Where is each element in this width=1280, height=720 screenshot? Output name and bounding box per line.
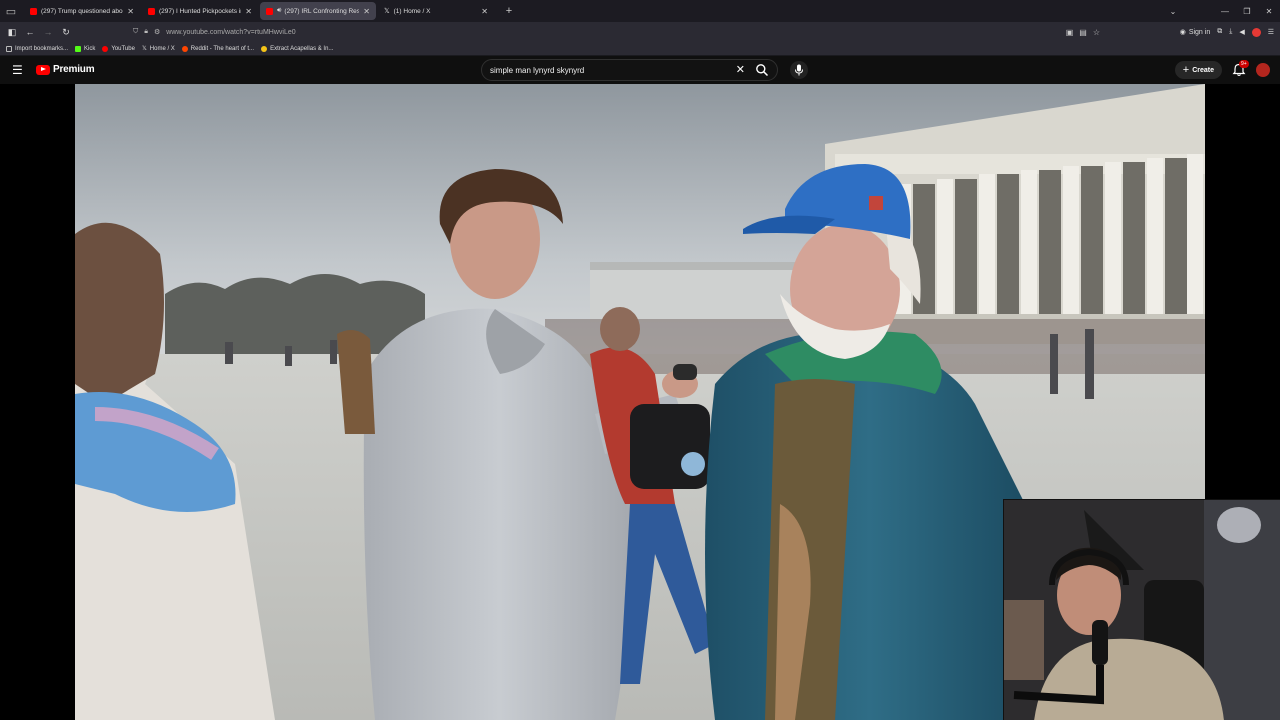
bookmark-label: Import bookmarks... <box>15 45 69 52</box>
bookmark-reddit[interactable]: Reddit - The heart of t... <box>181 45 255 52</box>
bookmark-star-icon[interactable]: ☆ <box>1093 28 1100 37</box>
avatar[interactable] <box>1256 63 1270 77</box>
browser-tab-strip: ▭ (297) Trump questioned about ✕ (297) I… <box>0 0 1280 22</box>
youtube-masthead: ☰ Premium ✕ + Create 9+ <box>0 57 1280 84</box>
youtube-favicon-icon <box>148 7 155 15</box>
menu-icon[interactable]: ☰ <box>1268 28 1274 36</box>
create-button[interactable]: + Create <box>1174 61 1222 79</box>
picture-in-picture-icon[interactable]: ▣ <box>1066 28 1074 37</box>
maximize-icon[interactable]: ❐ <box>1236 7 1258 16</box>
bookmark-youtube[interactable]: YouTube <box>102 45 135 52</box>
search-icon[interactable] <box>755 63 769 77</box>
bookmark-label: Home / X <box>149 45 175 52</box>
tab-4[interactable]: 𝕏 (1) Home / X ✕ <box>378 2 494 20</box>
notification-badge: 9+ <box>1239 60 1249 68</box>
create-label: Create <box>1192 66 1214 74</box>
forward-icon[interactable]: → <box>39 23 57 41</box>
youtube-premium-logo[interactable]: Premium <box>36 64 95 75</box>
bookmark-label: Reddit - The heart of t... <box>190 45 255 52</box>
account-icon: ◉ <box>1179 29 1186 36</box>
tab-title: (297) I Hunted Pickpockets in W <box>159 7 241 15</box>
extension-red-icon[interactable] <box>1251 27 1261 37</box>
notifications-button[interactable]: 9+ <box>1232 60 1249 77</box>
hamburger-menu-icon[interactable]: ☰ <box>12 63 24 77</box>
url-text[interactable]: www.youtube.com/watch?v=rtuMHwviLe0 <box>166 29 295 36</box>
import-icon <box>6 45 12 52</box>
sidebar-icon[interactable]: ◧ <box>3 23 21 41</box>
extensions-icon[interactable]: ⧉ <box>1217 28 1222 36</box>
close-tab-icon[interactable]: ✕ <box>481 7 488 16</box>
plus-icon: + <box>1182 64 1190 76</box>
tab-title: (1) Home / X <box>393 7 431 15</box>
tab-list-icon[interactable]: ⌄ <box>1162 7 1184 16</box>
clear-search-icon[interactable]: ✕ <box>736 63 745 77</box>
microphone-icon <box>795 64 803 76</box>
youtube-logo-icon <box>36 64 50 75</box>
minimize-icon[interactable]: — <box>1214 7 1236 16</box>
permissions-icon[interactable]: ⚙ <box>154 28 160 36</box>
youtube-favicon-icon <box>30 7 37 15</box>
bookmark-x[interactable]: 𝕏 Home / X <box>141 45 175 53</box>
browser-nav-bar: ◧ ← → ↻ ⛉ 🔒︎ ⚙ www.youtube.com/watch?v=r… <box>0 22 1280 42</box>
close-tab-icon[interactable]: ✕ <box>245 7 252 16</box>
audio-icon[interactable]: ◀︎ <box>1239 28 1244 36</box>
sign-in-button[interactable]: ◉ Sign in <box>1179 28 1211 37</box>
brand-label: Premium <box>53 64 95 75</box>
bookmark-label: YouTube <box>111 45 135 52</box>
bookmark-acapellas[interactable]: Extract Acapellas & In... <box>261 45 334 52</box>
youtube-icon <box>102 45 109 52</box>
search-input[interactable] <box>490 65 720 75</box>
bookmarks-bar: Import bookmarks... Kick YouTube 𝕏 Home … <box>0 42 1280 56</box>
webcam-feed <box>1004 500 1280 720</box>
new-tab-button[interactable]: + <box>500 2 518 20</box>
tab-title: (297) Trump questioned about <box>41 7 124 15</box>
sign-in-label: Sign in <box>1188 28 1211 36</box>
reader-view-icon[interactable]: ▤ <box>1079 28 1087 37</box>
tab-3-active[interactable]: 🔊︎ (297) IRL Confronting Resis ✕ <box>260 2 376 20</box>
x-icon: 𝕏 <box>141 46 147 52</box>
reddit-icon <box>181 45 188 52</box>
close-window-icon[interactable]: ✕ <box>1258 7 1280 16</box>
window-controls: ⌄ — ❐ ✕ <box>1162 0 1280 22</box>
video-player[interactable] <box>0 84 1280 720</box>
close-tab-icon[interactable]: ✕ <box>363 7 370 16</box>
tab-title: (297) IRL Confronting Resis <box>284 7 360 15</box>
bookmark-label: Extract Acapellas & In... <box>270 45 334 52</box>
emoji-icon <box>261 45 268 52</box>
youtube-favicon-icon <box>266 7 273 15</box>
search-box: ✕ <box>481 59 778 81</box>
reload-icon[interactable]: ↻ <box>57 23 75 41</box>
downloads-icon[interactable]: ⤓ <box>1229 28 1232 36</box>
tab-2[interactable]: (297) I Hunted Pickpockets in W ✕ <box>142 2 258 20</box>
voice-search-button[interactable] <box>790 61 808 79</box>
bookmark-label: Kick <box>84 45 96 52</box>
close-tab-icon[interactable]: ✕ <box>127 7 134 16</box>
url-bar[interactable]: ⛉ 🔒︎ ⚙ www.youtube.com/watch?v=rtuMHwviL… <box>133 24 1108 40</box>
tab-1[interactable]: (297) Trump questioned about ✕ <box>24 2 140 20</box>
sidebar-toggle-icon[interactable]: ▭ <box>0 0 22 22</box>
speaker-icon[interactable]: 🔊︎ <box>277 7 281 15</box>
shield-icon[interactable]: ⛉ <box>133 28 138 36</box>
x-favicon-icon: 𝕏 <box>384 7 390 15</box>
webcam-overlay <box>1003 499 1280 720</box>
back-icon[interactable]: ← <box>21 23 39 41</box>
bookmark-kick[interactable]: Kick <box>75 45 96 52</box>
bookmark-import[interactable]: Import bookmarks... <box>6 45 69 52</box>
kick-icon <box>75 45 82 52</box>
lock-icon[interactable]: 🔒︎ <box>144 28 148 36</box>
